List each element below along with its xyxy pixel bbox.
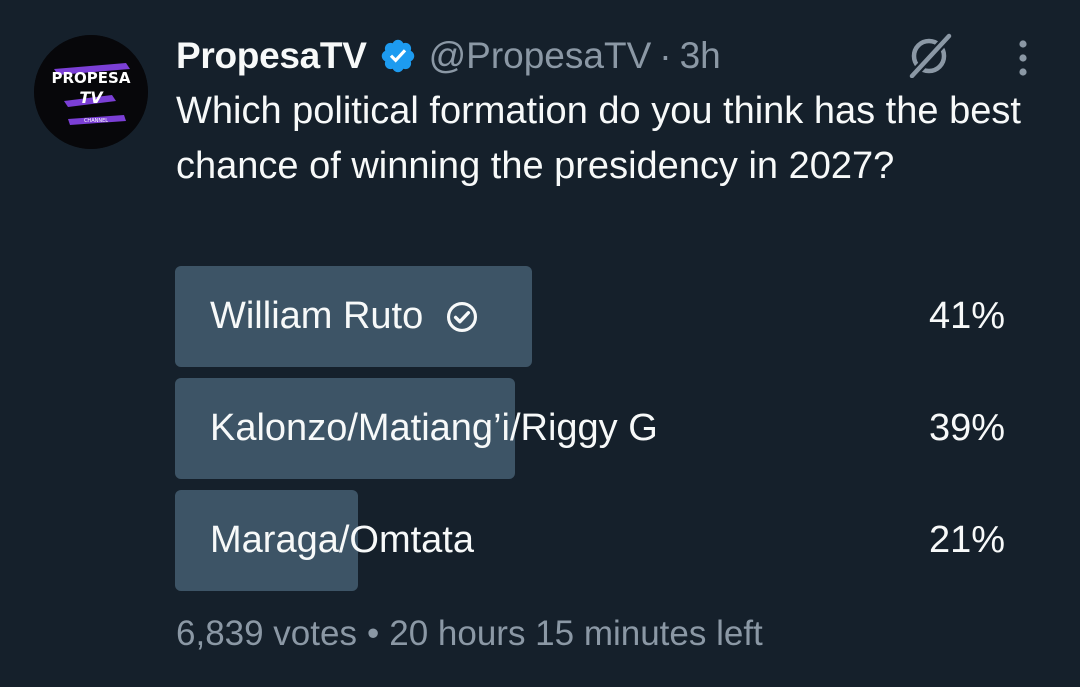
avatar-brand-bottom: CHANNEL <box>84 118 108 124</box>
time-left: 20 hours 15 minutes left <box>389 614 763 653</box>
grok-icon[interactable] <box>905 32 955 78</box>
poll-option-label: William Ruto <box>210 295 424 337</box>
poll-option-label-container: William Ruto <box>210 266 479 367</box>
poll-option-william-ruto: William Ruto 41% <box>175 266 1011 367</box>
more-vertical-icon[interactable] <box>1012 38 1034 78</box>
poll-option-label: Maraga/Omtata <box>210 519 474 561</box>
avatar-brand-top: PROPESA <box>52 69 131 87</box>
check-circle-icon <box>447 301 478 332</box>
poll-footer: 6,839 votes • 20 hours 15 minutes left <box>176 614 763 654</box>
tweet: PROPESA TV CHANNEL PropesaTV @PropesaTV … <box>0 0 1080 687</box>
display-name[interactable]: PropesaTV <box>176 35 367 77</box>
tweet-header: PropesaTV @PropesaTV · 3h <box>176 30 721 82</box>
tweet-text: Which political formation do you think h… <box>176 90 1021 187</box>
poll-option-maraga-omtata: Maraga/Omtata 21% <box>175 490 1011 591</box>
verified-badge-icon[interactable] <box>379 37 417 75</box>
footer-separator: • <box>366 614 380 653</box>
poll-option-label-container: Kalonzo/Matiang’i/Riggy G <box>210 378 658 479</box>
vote-count: 6,839 votes <box>176 614 357 653</box>
poll: William Ruto 41% Kalonzo/Matiang’i/Riggy… <box>175 266 1011 602</box>
poll-option-percent: 21% <box>928 519 1005 561</box>
timestamp[interactable]: 3h <box>680 35 721 77</box>
avatar-brand-mid: TV <box>79 88 104 107</box>
poll-option-kalonzo-matiangi-riggy-g: Kalonzo/Matiang’i/Riggy G 39% <box>175 378 1011 479</box>
poll-option-percent: 39% <box>928 407 1005 449</box>
header-separator: · <box>659 35 672 76</box>
poll-option-label-container: Maraga/Omtata <box>210 490 474 591</box>
poll-option-label: Kalonzo/Matiang’i/Riggy G <box>210 407 658 449</box>
poll-option-percent: 41% <box>928 295 1005 337</box>
handle[interactable]: @PropesaTV <box>429 35 652 77</box>
avatar[interactable]: PROPESA TV CHANNEL <box>34 35 148 149</box>
